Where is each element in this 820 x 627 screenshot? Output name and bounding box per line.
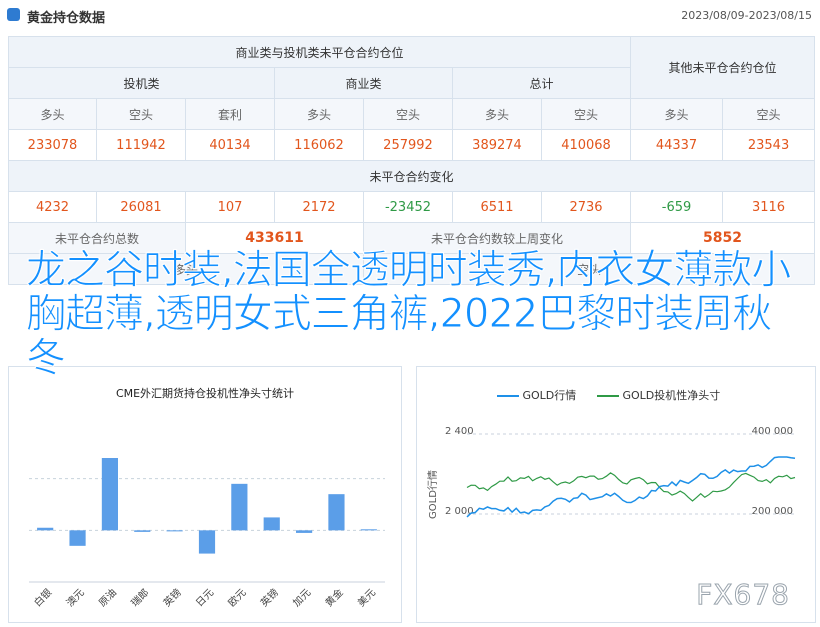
position-cell: 233078 bbox=[8, 129, 97, 161]
bar bbox=[198, 530, 216, 554]
position-cell: 23543 bbox=[722, 129, 816, 161]
bar bbox=[231, 483, 248, 531]
cme-bar-chart: 白银 澳元 原油 瑞郎 英镑 日元 欧元 英镑 加元 黄金 美元 bbox=[29, 458, 385, 610]
cme-net-position-card: CME外汇期货持仓投机性净头寸统计 白银 澳元 原油 瑞郎 英镑 日元 欧元 英镑 加元 黄金 美元 bbox=[8, 366, 402, 623]
bar bbox=[101, 458, 118, 531]
x-tick-label: 英镑 bbox=[258, 586, 281, 609]
header-total: 总计 bbox=[451, 67, 632, 99]
change-cell: 3116 bbox=[722, 191, 816, 223]
x-tick-label: 白银 bbox=[31, 586, 54, 609]
col-long: 多头 bbox=[630, 98, 724, 130]
bar bbox=[37, 527, 54, 531]
bar bbox=[328, 494, 345, 531]
col-long: 多头 bbox=[8, 98, 97, 130]
x-tick-label: 原油 bbox=[96, 586, 119, 609]
x-tick-label: 加元 bbox=[291, 587, 314, 610]
page-title: 黄金持仓数据 bbox=[27, 11, 106, 26]
col-hedge: 套利 bbox=[185, 98, 275, 130]
position-cell: 116062 bbox=[274, 129, 364, 161]
col-long: 多头 bbox=[274, 98, 364, 130]
series-line-gold-net-position bbox=[466, 472, 796, 502]
header-other-positions: 其他未平仓合约仓位 bbox=[630, 36, 816, 99]
col-short: 空头 bbox=[722, 98, 816, 130]
col-long: 多头 bbox=[452, 98, 542, 130]
position-cell: 40134 bbox=[185, 129, 275, 161]
x-tick-label: 美元 bbox=[355, 586, 378, 609]
change-cell: 2172 bbox=[274, 191, 364, 223]
x-tick-label: 欧元 bbox=[226, 587, 249, 610]
change-cell: -23452 bbox=[363, 191, 453, 223]
bar bbox=[263, 517, 280, 531]
change-cell: 26081 bbox=[96, 191, 186, 223]
watermark: FX678 bbox=[696, 578, 790, 612]
change-cell: 6511 bbox=[452, 191, 542, 223]
change-cell: -659 bbox=[630, 191, 724, 223]
col-short: 空头 bbox=[363, 98, 453, 130]
col-short: 空头 bbox=[96, 98, 186, 130]
x-tick-label: 日元 bbox=[194, 587, 216, 609]
change-cell: 2736 bbox=[540, 191, 632, 223]
position-cell: 389274 bbox=[452, 129, 542, 161]
position-cell: 111942 bbox=[96, 129, 186, 161]
bar bbox=[166, 530, 183, 532]
x-tick-label: 澳元 bbox=[63, 586, 86, 609]
col-short: 空头 bbox=[540, 98, 632, 130]
header-commercial: 商业类 bbox=[274, 67, 453, 99]
bar bbox=[360, 529, 377, 531]
page-header: 黄金持仓数据 2023/08/09-2023/08/15 bbox=[0, 0, 820, 32]
bar bbox=[296, 530, 313, 533]
position-cell: 44337 bbox=[630, 129, 724, 161]
change-cell: 4232 bbox=[8, 191, 97, 223]
header-speculative: 投机类 bbox=[8, 67, 275, 99]
x-tick-label: 英镑 bbox=[160, 586, 183, 609]
position-cell: 410068 bbox=[540, 129, 632, 161]
date-range: 2023/08/09-2023/08/15 bbox=[681, 9, 812, 22]
header-commercial-speculative: 商业类与投机类未平仓合约仓位 bbox=[7, 36, 632, 68]
bar bbox=[134, 530, 151, 532]
header-change: 未平仓合约变化 bbox=[7, 160, 816, 192]
x-tick-label: 黄金 bbox=[322, 586, 345, 609]
bar bbox=[69, 530, 86, 546]
change-cell: 107 bbox=[185, 191, 275, 223]
overlay-headline-text: 龙之谷时装,法国全透明时装秀,内衣女薄款小胸超薄,透明女式三角裤,2022巴黎时… bbox=[26, 247, 792, 381]
x-tick-label: 瑞郎 bbox=[128, 586, 151, 609]
gold-bar-icon bbox=[7, 8, 20, 21]
series-line-gold-price bbox=[466, 456, 796, 518]
position-cell: 257992 bbox=[363, 129, 453, 161]
